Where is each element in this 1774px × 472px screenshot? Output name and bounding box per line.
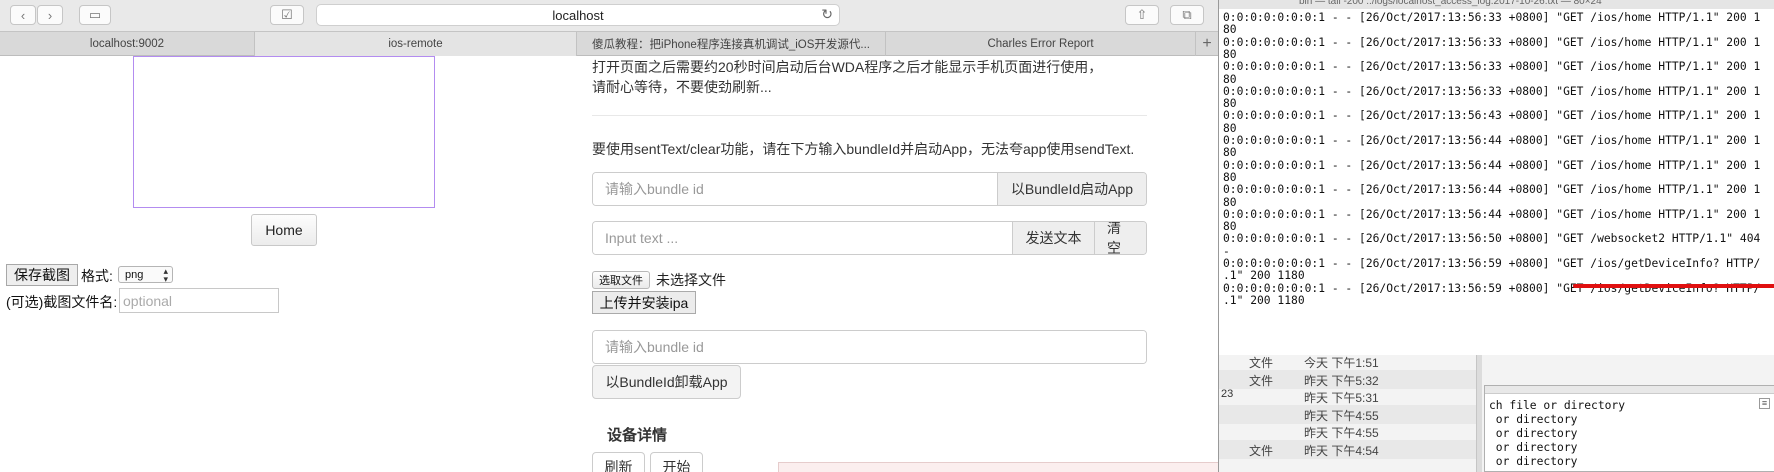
file-kind: 文件 bbox=[1249, 373, 1274, 388]
format-label: 格式: bbox=[81, 268, 113, 284]
terminal-line: 0:0:0:0:0:0:0:1 - - [26/Oct/2017:13:56:4… bbox=[1223, 207, 1761, 221]
share-icon: ⇧ bbox=[1136, 7, 1148, 22]
uninstall-group: 请输入bundle id bbox=[592, 330, 1147, 364]
chevron-left-icon: ‹ bbox=[20, 7, 26, 23]
select-arrows-icon: ▴ ▾ bbox=[163, 266, 168, 284]
launch-app-group: 请输入bundle id 以BundleId启动App bbox=[592, 172, 1147, 206]
list-item[interactable]: 文件 昨天 下午4:54 bbox=[1219, 439, 1479, 459]
reload-icon[interactable]: ↻ bbox=[821, 6, 833, 23]
finder-divider[interactable] bbox=[1476, 355, 1482, 472]
file-date: 昨天 下午4:55 bbox=[1304, 408, 1379, 423]
clear-button[interactable]: 清空 bbox=[1094, 222, 1146, 254]
plus-icon: + bbox=[1202, 35, 1212, 52]
terminal-line: 0:0:0:0:0:0:0:1 - - [26/Oct/2017:13:56:3… bbox=[1223, 60, 1761, 74]
info-text-line2: 请耐心等待，不要使劲刷新... bbox=[592, 79, 772, 95]
sidebar-button[interactable]: ▭ bbox=[79, 5, 111, 25]
terminal-line: 0:0:0:0:0:0:0:1 - - [26/Oct/2017:13:56:5… bbox=[1223, 232, 1761, 246]
share-button[interactable]: ⇧ bbox=[1125, 5, 1159, 25]
console-line: or directory bbox=[1489, 413, 1578, 426]
file-date: 昨天 下午5:31 bbox=[1304, 391, 1379, 405]
new-tab-button[interactable]: + bbox=[1196, 32, 1218, 56]
console-line: or directory bbox=[1489, 441, 1578, 454]
send-text-button[interactable]: 发送文本 bbox=[1012, 222, 1094, 254]
highlight-underline bbox=[1573, 284, 1774, 288]
console-line: ch file or directory bbox=[1489, 399, 1626, 412]
uninstall-bundle-input[interactable]: 请输入bundle id bbox=[593, 331, 1146, 363]
send-text-group: Input text ... 发送文本 清空 bbox=[592, 221, 1147, 255]
console-line: or directory bbox=[1489, 455, 1578, 468]
sendtext-note: 要使用sentText/clear功能，请在下方输入bundleId并启动App… bbox=[592, 141, 1135, 157]
tab-label: ios-remote bbox=[388, 38, 443, 50]
back-button[interactable]: ‹ bbox=[10, 5, 36, 25]
divider bbox=[592, 115, 1147, 116]
list-item[interactable]: 昨天 下午4:55 bbox=[1219, 422, 1479, 441]
terminal-line: 0:0:0:0:0:0:0:1 - - [26/Oct/2017:13:56:3… bbox=[1223, 11, 1761, 24]
bundle-id-input[interactable]: 请输入bundle id bbox=[593, 173, 997, 205]
show-tabs-button[interactable]: ⧉ bbox=[1170, 5, 1204, 25]
save-screenshot-button[interactable]: 保存截图 bbox=[6, 264, 78, 286]
list-item[interactable]: 文件 昨天 下午5:32 bbox=[1219, 369, 1479, 389]
choose-file-button[interactable]: 选取文件 bbox=[592, 271, 650, 289]
scroll-icon[interactable]: ≡ bbox=[1759, 398, 1770, 409]
finder-window: 23 ef 文件今天 下午1:51文件昨天 下午5:32昨天 下午5:31昨天 … bbox=[1218, 355, 1774, 472]
filename-input[interactable]: optional bbox=[119, 288, 279, 313]
tab-label: localhost:9002 bbox=[89, 38, 165, 50]
tabs-icon: ⧉ bbox=[1182, 7, 1192, 22]
tab-label: 傻瓜教程：把iPhone程序连接真机调试_iOS开发源代... bbox=[592, 39, 870, 51]
file-date: 昨天 下午4:55 bbox=[1304, 426, 1379, 440]
uninstall-app-button[interactable]: 以BundleId卸载App bbox=[592, 365, 741, 399]
tab-tutorial[interactable]: 傻瓜教程：把iPhone程序连接真机调试_iOS开发源代... bbox=[577, 32, 886, 56]
format-select[interactable]: png ▴ ▾ bbox=[118, 266, 173, 284]
upload-install-button[interactable]: 上传并安装ipa bbox=[592, 291, 696, 314]
terminal-line: 0:0:0:0:0:0:0:1 - - [26/Oct/2017:13:56:4… bbox=[1223, 158, 1761, 172]
terminal-line: 0:0:0:0:0:0:0:1 - - [26/Oct/2017:13:56:4… bbox=[1223, 183, 1761, 197]
sidebar-icon: ▭ bbox=[88, 7, 102, 22]
console-line: or directory bbox=[1489, 427, 1578, 440]
reader-button[interactable]: ☑ bbox=[270, 5, 304, 25]
refresh-button[interactable]: 刷新 bbox=[592, 452, 645, 472]
tab-bar: localhost:9002 ios-remote 傻瓜教程：把iPhone程序… bbox=[0, 31, 1218, 56]
tab-localhost-9002[interactable]: localhost:9002 bbox=[0, 32, 255, 56]
file-kind: 文件 bbox=[1249, 443, 1274, 458]
console-panel: ≡ ch file or directory or directory or d… bbox=[1484, 385, 1774, 472]
text-input[interactable]: Input text ... bbox=[593, 222, 1012, 254]
terminal-title: bin — tail -200 ../logs/localhost_access… bbox=[1219, 0, 1774, 9]
terminal-line: 0:0:0:0:0:0:0:1 - - [26/Oct/2017:13:56:3… bbox=[1223, 35, 1761, 49]
terminal-line: 0:0:0:0:0:0:0:1 - - [26/Oct/2017:13:56:4… bbox=[1223, 134, 1761, 147]
forward-button[interactable]: › bbox=[37, 5, 63, 25]
terminal-line: 0:0:0:0:0:0:0:1 - - [26/Oct/2017:13:56:3… bbox=[1223, 84, 1761, 98]
launch-app-button[interactable]: 以BundleId启动App bbox=[997, 173, 1146, 205]
browser-toolbar: ‹ › ▭ ☑ localhost ↻ ⇧ ⧉ bbox=[0, 0, 1218, 31]
start-button[interactable]: 开始 bbox=[650, 452, 703, 472]
device-details-title: 设备详情 bbox=[607, 427, 668, 444]
list-item[interactable]: 昨天 下午4:55 bbox=[1219, 404, 1479, 424]
info-text-line1: 打开页面之后需要约20秒时间启动后台WDA程序之后才能显示手机页面进行使用， bbox=[592, 59, 1103, 75]
no-file-label: 未选择文件 bbox=[656, 272, 726, 288]
file-date: 昨天 下午5:32 bbox=[1304, 373, 1379, 388]
chevron-right-icon: › bbox=[47, 7, 53, 23]
format-value: png bbox=[125, 268, 144, 281]
tab-ios-remote[interactable]: ios-remote bbox=[255, 32, 577, 56]
device-screen[interactable] bbox=[133, 56, 435, 208]
terminal-window[interactable]: bin — tail -200 ../logs/localhost_access… bbox=[1218, 0, 1774, 355]
tab-charles-error[interactable]: Charles Error Report bbox=[886, 32, 1196, 56]
reader-icon: ☑ bbox=[281, 7, 293, 22]
list-item[interactable]: 昨天 下午5:31 bbox=[1219, 387, 1479, 406]
terminal-line: 0:0:0:0:0:0:0:1 - - [26/Oct/2017:13:56:4… bbox=[1223, 109, 1761, 123]
console-header bbox=[1485, 386, 1774, 394]
filename-label: (可选)截图文件名: bbox=[6, 294, 118, 310]
home-button[interactable]: Home bbox=[251, 214, 317, 246]
terminal-line: .1" 200 1180 bbox=[1223, 293, 1305, 307]
address-text: localhost bbox=[552, 7, 604, 23]
address-bar[interactable]: localhost ↻ bbox=[316, 4, 840, 26]
tab-label: Charles Error Report bbox=[987, 38, 1094, 50]
file-date: 昨天 下午4:54 bbox=[1304, 443, 1379, 458]
